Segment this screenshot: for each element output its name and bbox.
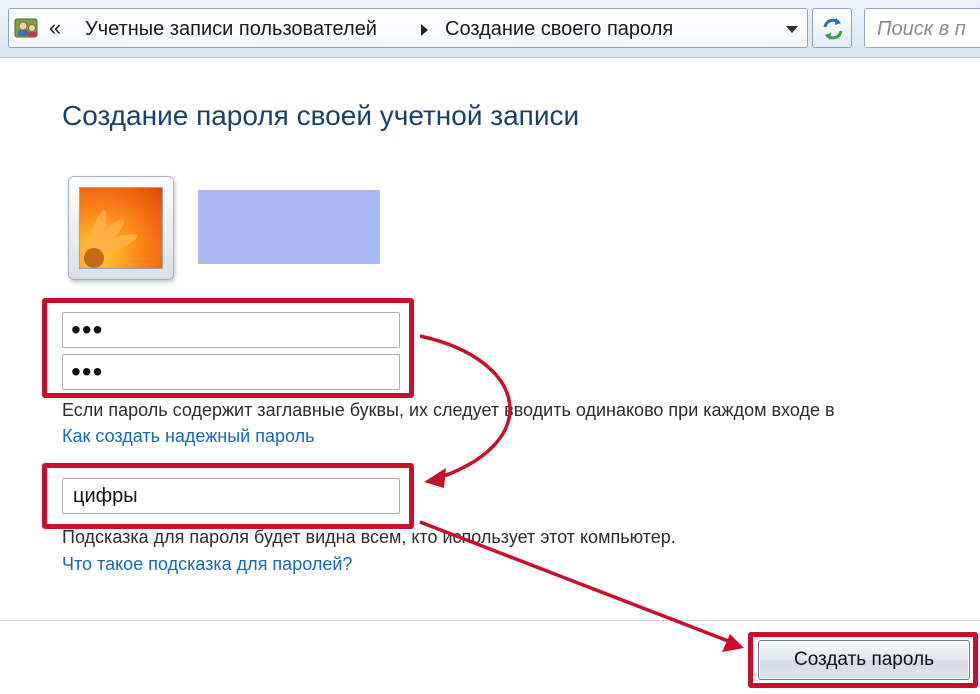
arrow-to-create-button-head bbox=[722, 634, 744, 652]
breadcrumb-separator-icon[interactable] bbox=[421, 24, 428, 36]
hint-note: Подсказка для пароля будет видна всем, к… bbox=[62, 527, 676, 547]
chevron-down-icon[interactable] bbox=[781, 18, 803, 40]
page-title: Создание пароля своей учетной записи bbox=[62, 100, 580, 131]
divider bbox=[0, 620, 980, 621]
redacted-user-name bbox=[198, 190, 380, 264]
breadcrumb-create-password[interactable]: Создание своего пароля bbox=[445, 18, 673, 40]
strong-password-link[interactable]: Как создать надежный пароль bbox=[62, 426, 314, 447]
breadcrumb-overflow[interactable]: « bbox=[49, 16, 61, 40]
search-input[interactable]: Поиск в п bbox=[864, 8, 980, 48]
search-placeholder: Поиск в п bbox=[877, 18, 966, 40]
flower-picture bbox=[79, 187, 163, 269]
user-accounts-icon bbox=[13, 16, 43, 42]
breadcrumb-user-accounts[interactable]: Учетные записи пользователей bbox=[85, 18, 377, 40]
avatar bbox=[68, 176, 174, 280]
address-bar[interactable]: « Учетные записи пользователей Создание … bbox=[8, 8, 808, 48]
arrow-to-hint-field-head bbox=[424, 468, 446, 488]
create-button-highlight bbox=[748, 632, 978, 688]
password-fields-highlight bbox=[42, 298, 414, 398]
address-toolbar: « Учетные записи пользователей Создание … bbox=[0, 0, 980, 58]
password-hint-help-link[interactable]: Что такое подсказка для паролей? bbox=[62, 554, 352, 575]
hint-field-highlight bbox=[42, 463, 414, 529]
refresh-icon bbox=[823, 18, 843, 40]
refresh-button[interactable] bbox=[812, 8, 852, 48]
caps-note: Если пароль содержит заглавные буквы, их… bbox=[62, 400, 835, 420]
